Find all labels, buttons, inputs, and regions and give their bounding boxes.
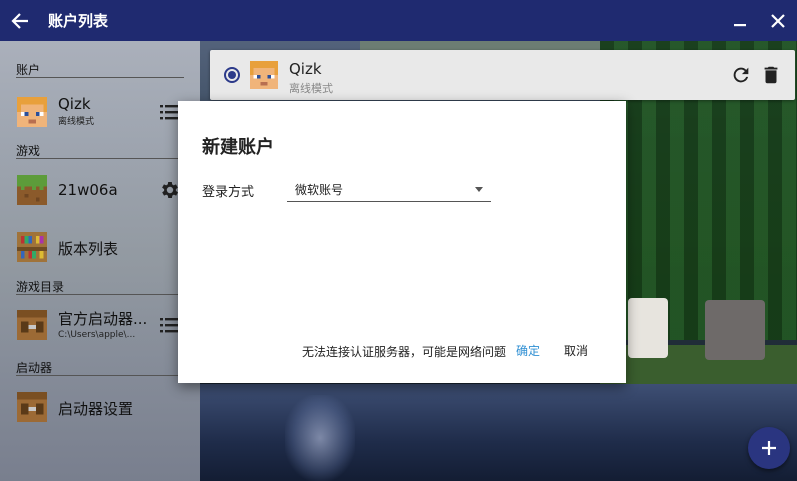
section-divider — [16, 375, 184, 376]
section-divider — [16, 294, 184, 295]
section-label-launcher: 启动器 — [16, 361, 53, 375]
sidebar-item-account[interactable]: Qizk 离线模式 — [0, 93, 200, 131]
card-account-mode: 离线模式 — [289, 82, 333, 95]
new-account-dialog: 新建账户 登录方式 微软账号 无法连接认证服务器，可能是网络问题 确定 取消 — [178, 101, 626, 383]
game-dir-name: 官方启动器... — [58, 310, 148, 328]
minimize-icon — [734, 23, 746, 26]
account-radio[interactable] — [224, 67, 240, 83]
section-label-account: 账户 — [16, 63, 41, 77]
refresh-icon[interactable] — [730, 64, 752, 86]
sidebar-item-game[interactable]: 21w06a — [0, 171, 200, 209]
account-card[interactable]: Qizk 离线模式 — [210, 50, 795, 100]
grass-block-icon — [17, 175, 47, 205]
background-reflection — [285, 395, 355, 481]
cancel-button[interactable]: 取消 — [564, 342, 588, 359]
window-title: 账户列表 — [48, 12, 109, 30]
ok-button[interactable]: 确定 — [516, 342, 540, 359]
sidebar-item-versions[interactable]: 版本列表 — [0, 228, 200, 266]
crafting-table-icon — [17, 310, 47, 340]
trash-icon[interactable] — [760, 64, 782, 86]
sidebar-item-game-dir[interactable]: 官方启动器... C:\Users\apple\... — [0, 306, 200, 344]
background-rabbit-white — [628, 298, 668, 358]
crafting-table-icon — [17, 392, 47, 422]
chevron-down-icon — [475, 187, 483, 192]
arrow-left-icon — [11, 12, 28, 29]
section-label-game: 游戏 — [16, 144, 41, 158]
add-account-button[interactable] — [748, 427, 790, 469]
close-icon — [771, 13, 785, 28]
error-message: 无法连接认证服务器，可能是网络问题 — [302, 345, 507, 359]
steve-head-icon — [250, 61, 278, 89]
list-icon — [160, 105, 180, 120]
game-version-name: 21w06a — [58, 181, 118, 199]
section-divider — [16, 77, 184, 78]
account-name: Qizk — [58, 95, 91, 113]
minimize-button[interactable] — [721, 0, 759, 41]
steve-head-icon — [17, 97, 47, 127]
versions-label: 版本列表 — [58, 240, 119, 258]
list-icon — [160, 318, 180, 333]
dialog-title: 新建账户 — [202, 137, 274, 158]
background-rabbit-grey — [705, 300, 765, 360]
close-button[interactable] — [759, 0, 797, 41]
section-label-game-dir: 游戏目录 — [16, 280, 65, 294]
sidebar-item-launcher-settings[interactable]: 启动器设置 — [0, 388, 200, 426]
card-account-name: Qizk — [289, 60, 322, 78]
bookshelf-icon — [17, 232, 47, 262]
back-button[interactable] — [0, 0, 40, 41]
game-dir-path: C:\Users\apple\... — [58, 330, 136, 340]
sidebar: 账户 Qizk 离线模式 游戏 21w06a 版本列表 游戏目录 官方启动器..… — [0, 41, 200, 481]
launcher-settings-label: 启动器设置 — [58, 400, 134, 418]
login-method-value: 微软账号 — [295, 183, 344, 197]
account-mode: 离线模式 — [58, 117, 95, 127]
login-method-label: 登录方式 — [202, 185, 255, 200]
title-bar: 账户列表 — [0, 0, 797, 41]
section-divider — [16, 158, 184, 159]
login-method-select[interactable]: 微软账号 — [287, 176, 491, 202]
plus-icon — [762, 441, 776, 455]
